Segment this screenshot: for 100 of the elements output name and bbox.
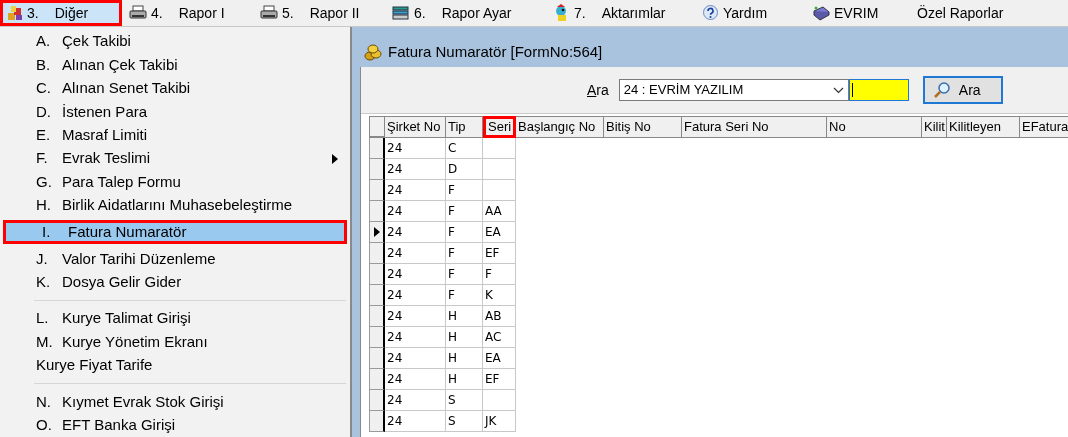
table-cell: JK	[483, 411, 516, 432]
menu-item[interactable]: Yardım	[695, 0, 805, 26]
row-indicator[interactable]	[369, 201, 385, 222]
column-header[interactable]: Şirket No	[385, 116, 446, 138]
row-indicator[interactable]	[369, 222, 385, 243]
column-header[interactable]: No	[827, 116, 922, 138]
table-cell: D	[446, 159, 483, 180]
dropdown-item[interactable]: O. EFT Banka Girişi	[0, 413, 350, 437]
table-cell: H	[446, 348, 483, 369]
table-cell: 24	[385, 180, 446, 201]
company-select[interactable]: 24 : EVRİM YAZILIM	[618, 79, 849, 101]
table-cell	[483, 138, 516, 159]
column-header[interactable]: Başlangıç No	[516, 116, 604, 138]
table-cell: EA	[483, 348, 516, 369]
table-cell: F	[446, 180, 483, 201]
table-cell: C	[446, 138, 483, 159]
row-indicator[interactable]	[369, 306, 385, 327]
search-input[interactable]	[848, 79, 909, 101]
menu-item[interactable]: 6. Rapor Ayar	[385, 0, 545, 26]
dropdown-item[interactable]: J. Valor Tarihi Düzenleme	[0, 247, 350, 271]
row-indicator[interactable]	[369, 264, 385, 285]
stack-icon	[392, 5, 410, 21]
table-cell: 24	[385, 285, 446, 306]
dropdown-item[interactable]: M. Kurye Yönetim Ekranı	[0, 330, 350, 354]
row-indicator[interactable]	[369, 390, 385, 411]
table-cell: 24	[385, 159, 446, 180]
menu-item[interactable]: EVRIM	[805, 0, 910, 26]
row-indicator[interactable]	[369, 411, 385, 432]
row-indicator[interactable]	[369, 348, 385, 369]
grid-corner	[369, 116, 385, 137]
dropdown-item[interactable]: D. İstenen Para	[0, 100, 350, 124]
column-header[interactable]: Kilit	[922, 116, 947, 138]
table-cell: 24	[385, 348, 446, 369]
table-cell: EA	[483, 222, 516, 243]
row-indicator[interactable]	[369, 327, 385, 348]
table-cell: H	[446, 327, 483, 348]
dropdown-item[interactable]: B. Alınan Çek Takibi	[0, 53, 350, 77]
table-cell: 24	[385, 327, 446, 348]
row-indicator[interactable]	[369, 285, 385, 306]
dropdown-item[interactable]: N. Kıymet Evrak Stok Girişi	[0, 390, 350, 414]
table-cell: F	[446, 285, 483, 306]
table-cell: H	[446, 306, 483, 327]
table-cell	[483, 159, 516, 180]
table-cell: F	[446, 222, 483, 243]
dropdown-item[interactable]: Kurye Fiyat Tarife	[0, 353, 350, 378]
dropdown-item[interactable]: F. Evrak Teslimi	[0, 147, 350, 171]
table-cell: H	[446, 369, 483, 390]
column-header[interactable]: Tip	[446, 116, 483, 138]
book-icon	[812, 4, 830, 22]
row-indicator[interactable]	[369, 138, 385, 159]
table-cell: AA	[483, 201, 516, 222]
search-button[interactable]: Ara	[922, 76, 1003, 104]
row-indicator[interactable]	[369, 369, 385, 390]
row-indicator[interactable]	[369, 243, 385, 264]
table-cell: S	[446, 390, 483, 411]
table-cell	[483, 390, 516, 411]
column-header[interactable]: EFatura	[1020, 116, 1068, 138]
table-cell: 24	[385, 138, 446, 159]
search-label: Ara	[587, 80, 609, 100]
dropdown-item[interactable]: A. Çek Takibi	[0, 30, 350, 54]
dropdown-item[interactable]: H. Birlik Aidatlarını Muhasebeleştirme	[0, 193, 350, 218]
dropdown-item[interactable]: C. Alınan Senet Takibi	[0, 76, 350, 101]
column-header[interactable]: Seri	[483, 116, 516, 138]
printer-icon	[129, 5, 147, 21]
table-cell: 24	[385, 243, 446, 264]
column-header[interactable]: Fatura Seri No	[682, 116, 827, 138]
column-header[interactable]: Bitiş No	[604, 116, 682, 138]
table-cell: EF	[483, 243, 516, 264]
dropdown-item[interactable]: E. Masraf Limiti	[0, 123, 350, 148]
menu-item[interactable]: 5. Rapor II	[253, 0, 385, 26]
blocks-icon	[7, 5, 23, 21]
column-header[interactable]: Kilitleyen	[947, 116, 1020, 138]
table-cell: K	[483, 285, 516, 306]
table-cell: EF	[483, 369, 516, 390]
chevron-down-icon	[832, 86, 844, 94]
table-cell: 24	[385, 306, 446, 327]
table-cell: 24	[385, 264, 446, 285]
table-cell: F	[446, 264, 483, 285]
menu-item[interactable]: 4. Rapor I	[122, 0, 253, 26]
table-cell: AC	[483, 327, 516, 348]
table-cell	[483, 180, 516, 201]
dropdown-item[interactable]: K. Dosya Gelir Gider	[0, 270, 350, 295]
dropdown-item[interactable]: G. Para Talep Formu	[0, 170, 350, 194]
coins-icon	[364, 43, 382, 61]
row-indicator[interactable]	[369, 159, 385, 180]
help-icon	[702, 4, 719, 22]
table-cell: AB	[483, 306, 516, 327]
dropdown-item[interactable]: I. Fatura Numaratör	[3, 220, 347, 245]
table-cell: 24	[385, 201, 446, 222]
menu-item[interactable]: 7. Aktarımlar	[545, 0, 695, 26]
table-cell: S	[446, 411, 483, 432]
menu-item[interactable]: Özel Raporlar	[910, 0, 1060, 26]
table-cell: 24	[385, 390, 446, 411]
dropdown-item[interactable]: L. Kurye Talimat Girişi	[0, 307, 350, 331]
row-indicator[interactable]	[369, 180, 385, 201]
table-cell: F	[483, 264, 516, 285]
table-cell: 24	[385, 411, 446, 432]
menu-item[interactable]: 3. Diğer	[0, 0, 122, 26]
table-cell: F	[446, 201, 483, 222]
table-cell: 24	[385, 222, 446, 243]
